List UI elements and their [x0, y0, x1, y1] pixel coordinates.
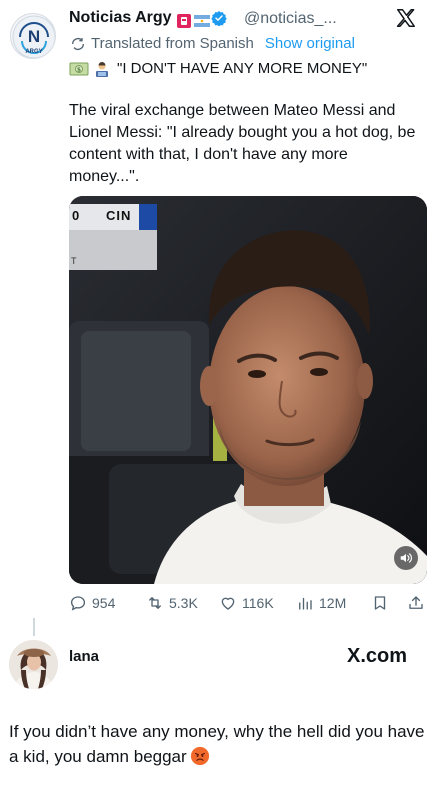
share-icon: [409, 596, 423, 609]
repost-count: 5.3K: [169, 595, 198, 611]
speaker-icon: [400, 553, 412, 563]
scorebug-team-color: [139, 204, 157, 230]
reply-avatar[interactable]: [9, 640, 58, 689]
scorebug-score: 0: [72, 208, 81, 223]
headline: $ "I DON'T HAVE ANY MORE MONEY": [69, 60, 367, 77]
translation-row: Translated from Spanish Show original: [70, 35, 355, 52]
reply-author-name[interactable]: lana: [69, 648, 99, 665]
svg-text:N: N: [28, 27, 40, 46]
verified-badge-icon: [211, 10, 227, 31]
account-handle[interactable]: @noticias_...: [244, 10, 337, 28]
translate-icon: [72, 37, 84, 50]
view-count: 12M: [319, 595, 347, 611]
mute-button[interactable]: [394, 546, 418, 570]
bookmark-action[interactable]: [371, 594, 389, 612]
argentina-flag-icon: [194, 14, 210, 28]
scorebug-lower-panel: [69, 230, 157, 270]
repost-action[interactable]: 5.3K: [146, 594, 198, 612]
views-action[interactable]: 12M: [296, 594, 346, 612]
scorebug-lower-text: T: [71, 256, 77, 266]
tweet-video[interactable]: 0 CIN T: [69, 196, 427, 584]
angry-face-icon: [190, 747, 209, 765]
name-badges: [177, 10, 227, 31]
dollar-banknote-icon: $: [69, 61, 89, 77]
reply-text-content: If you didn’t have any money, why the he…: [9, 722, 425, 766]
reply-action[interactable]: 954: [69, 594, 115, 612]
views-chart-icon: [299, 597, 312, 610]
svg-text:$: $: [77, 66, 81, 73]
reply-count: 954: [92, 595, 116, 611]
translated-label: Translated from Spanish: [91, 35, 254, 52]
repost-icon: [149, 597, 161, 609]
svg-text:ARGY: ARGY: [25, 49, 42, 55]
account-avatar[interactable]: N ARGY: [10, 13, 56, 59]
thread-connector-line: [33, 618, 35, 636]
headline-text: "I DON'T HAVE ANY MORE MONEY": [117, 60, 368, 77]
reply-icon: [70, 596, 86, 611]
show-original-link[interactable]: Show original: [265, 35, 355, 52]
scorebug-team: CIN: [106, 208, 132, 223]
x-logo-icon[interactable]: [395, 7, 421, 33]
red-square-badge-icon: [177, 13, 191, 28]
reply-text: If you didn’t have any money, why the he…: [9, 719, 429, 769]
display-name[interactable]: Noticias Argy: [69, 9, 172, 27]
x-com-watermark: X.com: [347, 645, 408, 667]
heart-icon: [221, 597, 235, 610]
action-bar: 954 5.3K 116K 12M: [69, 594, 429, 616]
share-action[interactable]: [407, 594, 425, 612]
like-count: 116K: [242, 595, 274, 611]
reply-avatar-image: [9, 640, 58, 689]
noticias-argy-logo-icon: N ARGY: [12, 15, 55, 58]
like-action[interactable]: 116K: [219, 594, 274, 612]
tweet-text: The viral exchange between Mateo Messi a…: [69, 102, 416, 185]
bookmark-icon: [374, 596, 386, 610]
tweet-header: N ARGY Noticias Argy @noticias_... Trans…: [0, 0, 437, 90]
technologist-icon: [93, 61, 111, 77]
